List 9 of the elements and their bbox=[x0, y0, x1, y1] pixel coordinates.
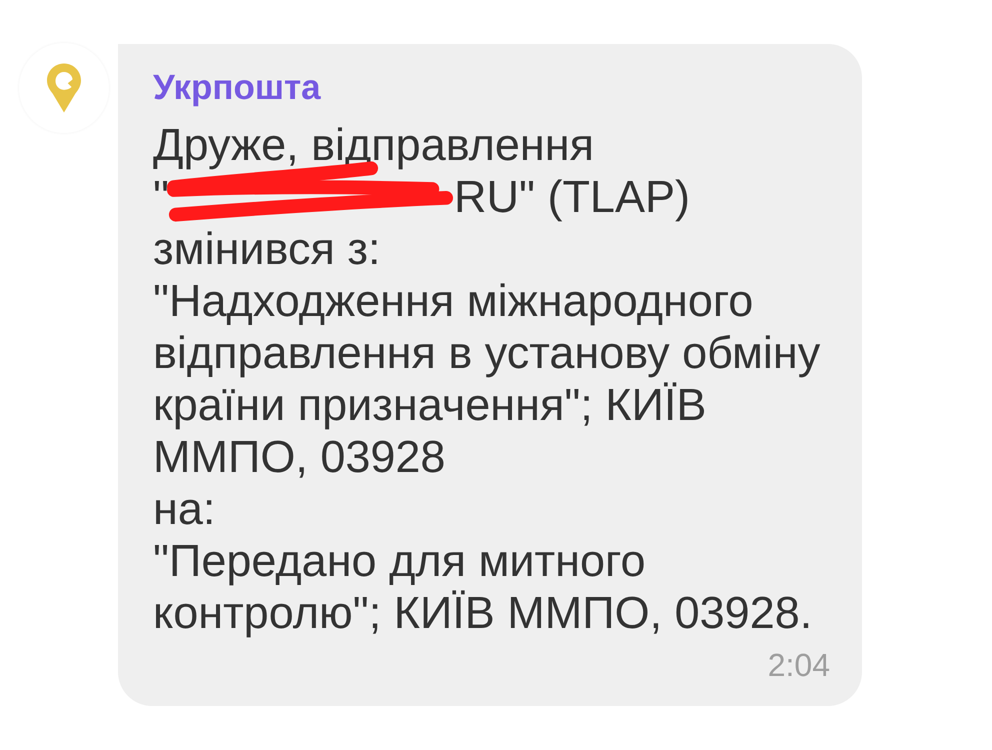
message-text: RU" (TLAP) bbox=[454, 171, 690, 223]
message-text: змінився з: bbox=[153, 223, 382, 275]
message-text: "Передано для митного контролю"; КИЇВ ММПО, 03928. bbox=[153, 535, 814, 639]
message-text: на: bbox=[153, 483, 216, 535]
message-time: 2:04 bbox=[768, 647, 830, 683]
message-text: Друже, відправлення bbox=[153, 119, 595, 171]
sender-name: Укрпошта bbox=[153, 68, 321, 108]
message-text: " bbox=[153, 171, 169, 223]
map-pin-icon bbox=[47, 63, 81, 113]
